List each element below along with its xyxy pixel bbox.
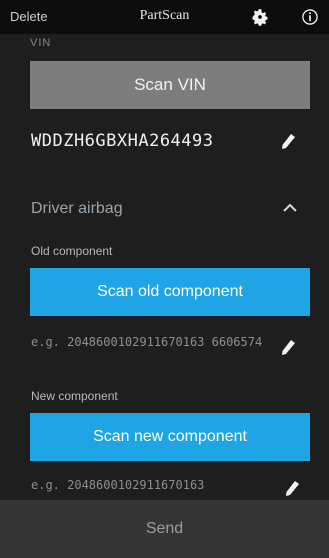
edit-new-pencil-icon[interactable]	[284, 480, 300, 498]
old-component-label: Old component	[31, 244, 113, 258]
gear-icon[interactable]	[250, 7, 270, 27]
edit-vin-pencil-icon[interactable]	[280, 133, 296, 151]
old-component-example[interactable]: e.g. 2048600102911670163 6606574	[31, 335, 271, 350]
new-component-example[interactable]: e.g. 2048600102911670163	[31, 478, 271, 493]
chevron-up-icon[interactable]	[282, 200, 298, 214]
app-title: PartScan	[139, 8, 190, 23]
scan-vin-button[interactable]: Scan VIN	[30, 61, 310, 109]
edit-old-pencil-icon[interactable]	[280, 339, 296, 357]
info-icon[interactable]	[300, 7, 320, 27]
scan-old-component-button[interactable]: Scan old component	[30, 268, 310, 316]
scan-new-component-button[interactable]: Scan new component	[30, 413, 310, 461]
vin-value: WDDZH6GBXHA264493	[31, 131, 214, 151]
send-button[interactable]: Send	[0, 500, 329, 558]
new-component-label: New component	[31, 389, 118, 403]
section-title-driver-airbag: Driver airbag	[31, 200, 123, 217]
vin-label: VIN	[30, 37, 52, 49]
top-nav-bar: Delete PartScan	[0, 0, 329, 34]
